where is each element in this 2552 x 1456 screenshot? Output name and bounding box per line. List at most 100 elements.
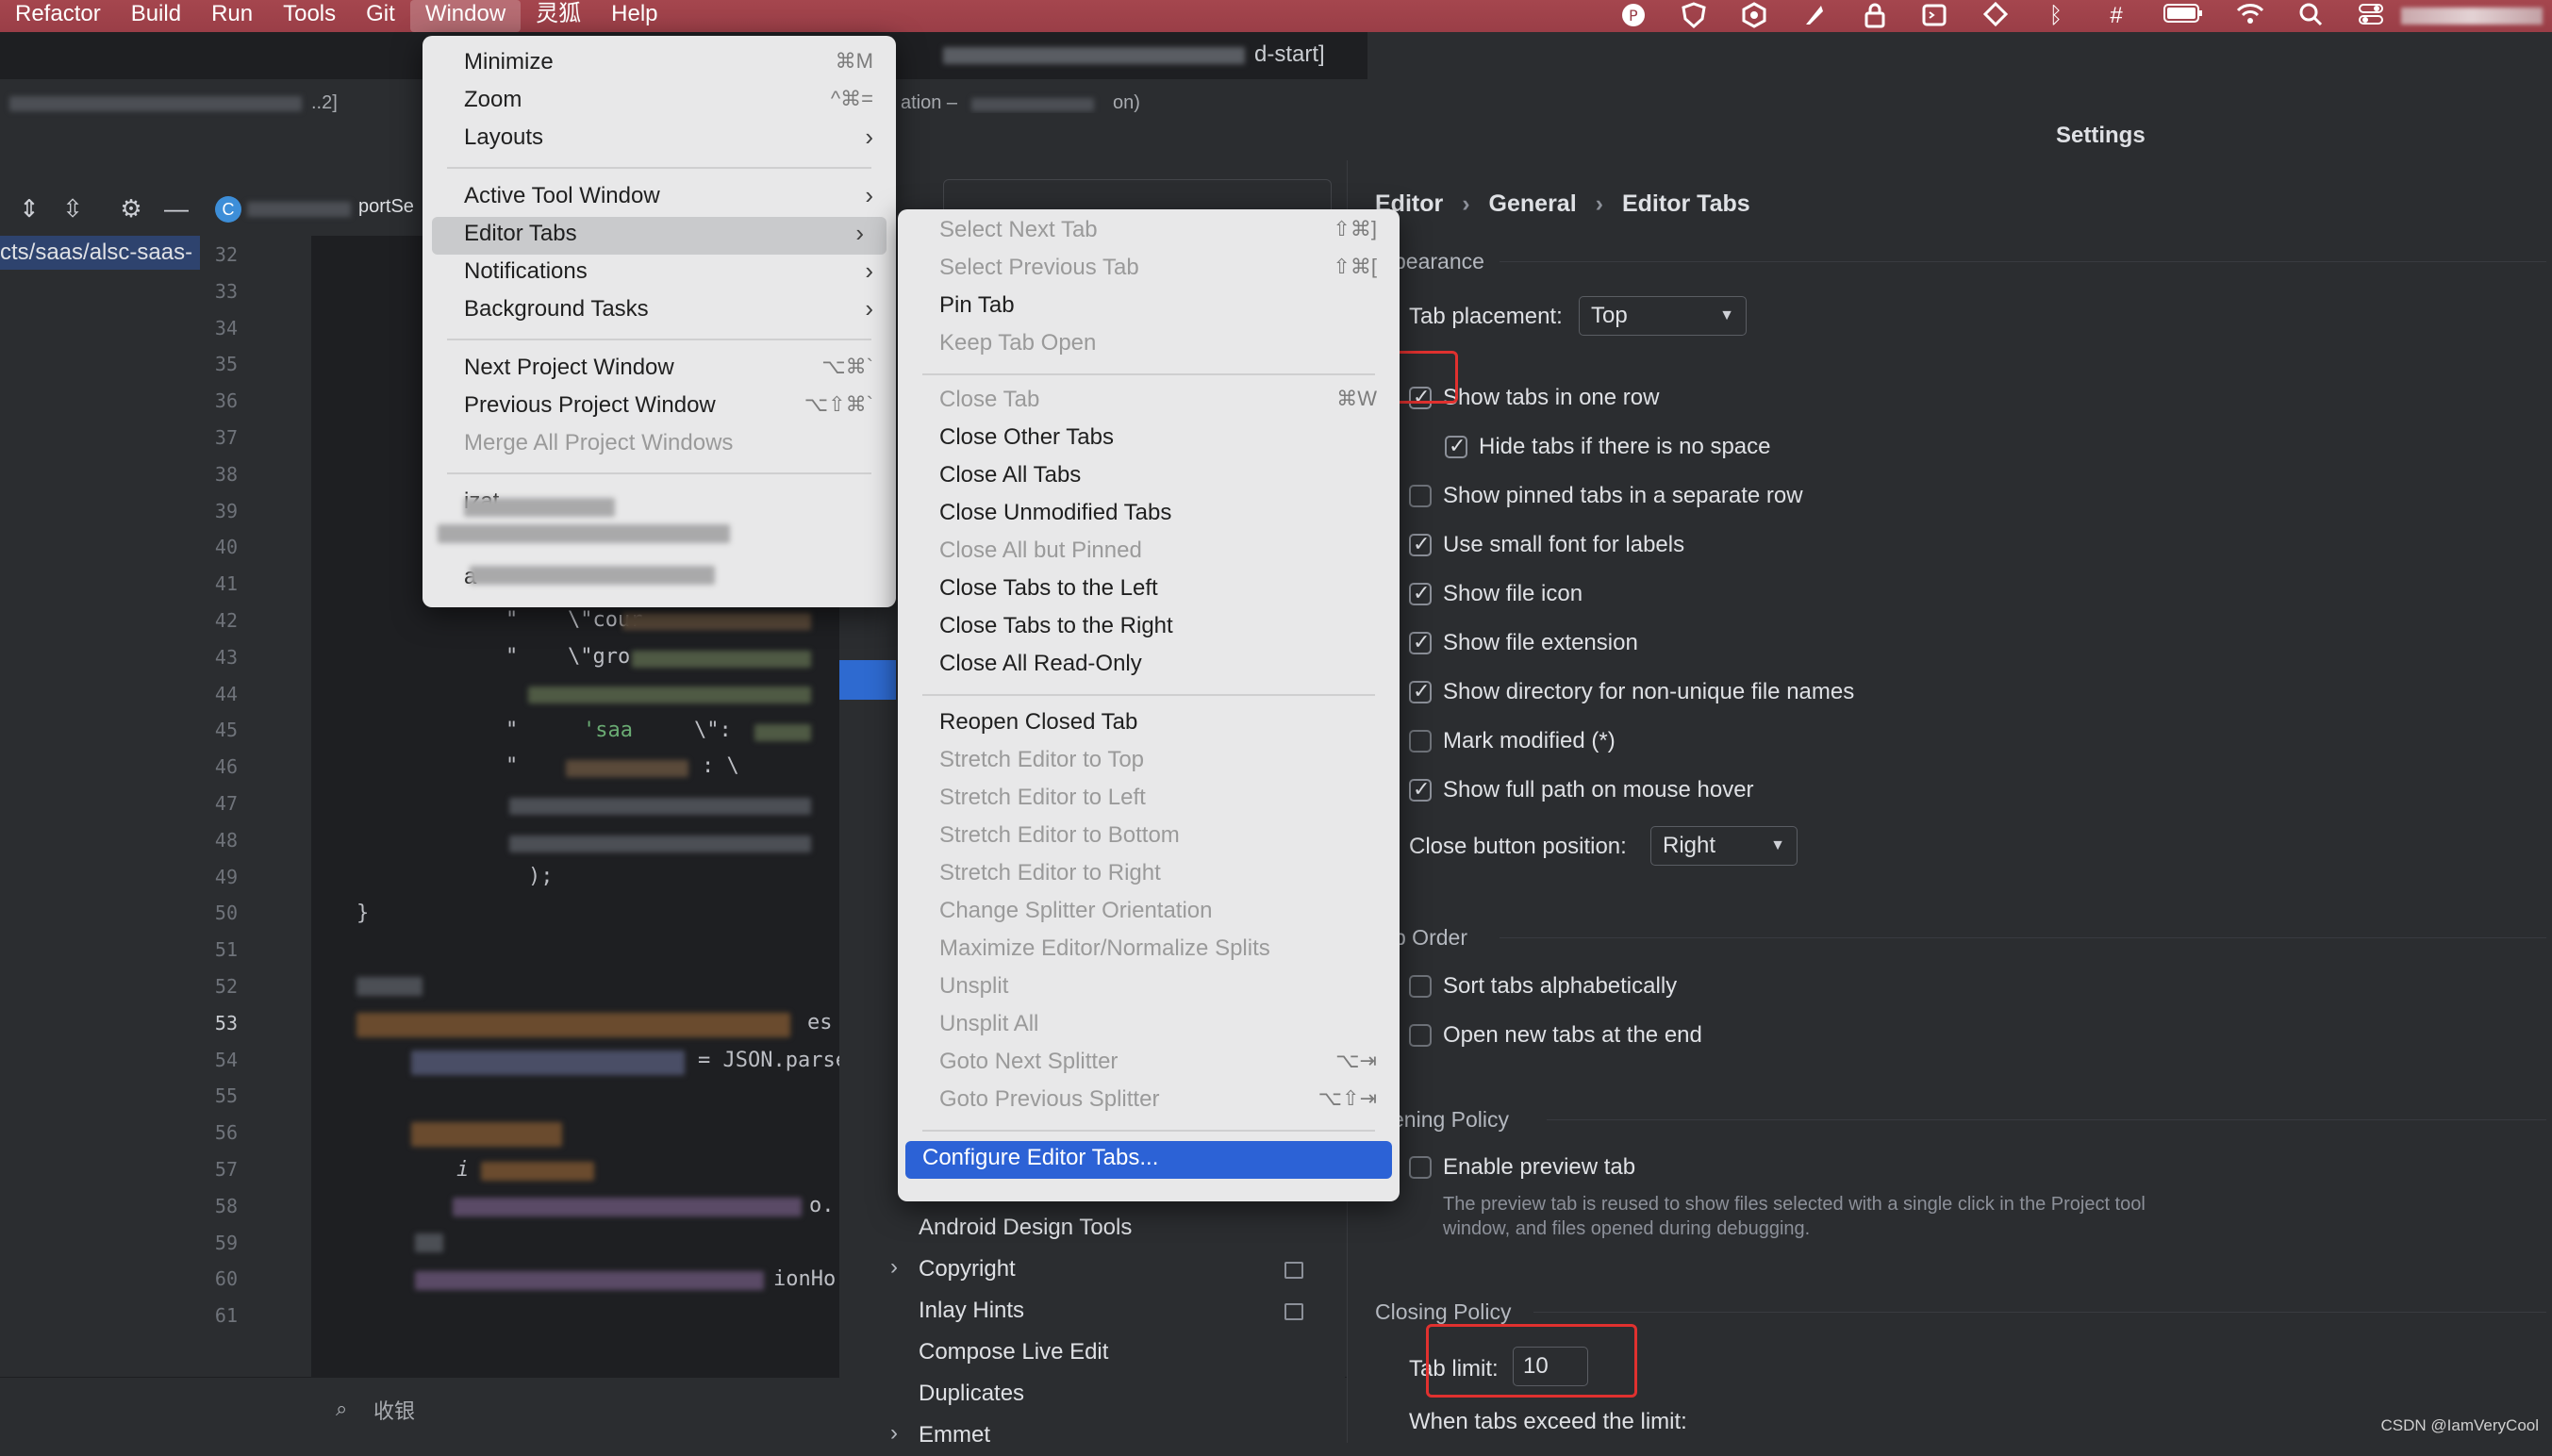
- window-menu-zoom[interactable]: Zoom ^⌘=: [423, 83, 896, 121]
- gear-icon[interactable]: ⚙: [117, 194, 145, 223]
- tabs-menu-maximize-editor-normalize-splits[interactable]: Maximize Editor/Normalize Splits: [898, 932, 1400, 969]
- open-new-tabs-end-checkbox[interactable]: [1409, 1024, 1432, 1047]
- tabs-menu-stretch-editor-to-right[interactable]: Stretch Editor to Right: [898, 856, 1400, 894]
- tabs-menu-close-other-tabs[interactable]: Close Other Tabs: [898, 421, 1400, 458]
- hide-tabs-no-space-label: Hide tabs if there is no space: [1479, 434, 1771, 459]
- tabs-menu-select-next-tab[interactable]: Select Next Tab ⇧⌘]: [898, 213, 1400, 251]
- tabs-menu-close-tabs-to-the-left[interactable]: Close Tabs to the Left: [898, 571, 1400, 609]
- show-pinned-separate-row-checkbox[interactable]: [1409, 485, 1432, 507]
- window-menu-next-project-window[interactable]: Next Project Window ⌥⌘`: [423, 351, 896, 389]
- settings-tree-item[interactable]: › Emmet: [887, 1418, 1330, 1456]
- tabs-menu-reopen-closed-tab[interactable]: Reopen Closed Tab: [898, 705, 1400, 743]
- menu-help[interactable]: Help: [596, 0, 672, 32]
- p-icon[interactable]: P: [1619, 2, 1648, 30]
- chevron-right-icon: ›: [865, 256, 873, 285]
- window-menu-merge-all-project-windows[interactable]: Merge All Project Windows: [423, 426, 896, 464]
- bluetooth-icon[interactable]: ᛒ: [2042, 2, 2070, 30]
- window-menu-notifications[interactable]: Notifications ›: [423, 255, 896, 292]
- show-directory-non-unique-checkbox[interactable]: [1409, 679, 1432, 703]
- chevron-right-icon: ›: [865, 294, 873, 323]
- class-name[interactable]: portSe: [358, 196, 414, 218]
- redacted-menu-item: [464, 498, 615, 517]
- menu-tools[interactable]: Tools: [268, 0, 351, 32]
- tabs-menu-unsplit-all[interactable]: Unsplit All: [898, 1007, 1400, 1045]
- settings-tree-item[interactable]: Inlay Hints: [887, 1294, 1330, 1332]
- window-menu-previous-project-window[interactable]: Previous Project Window ⌥⇧⌘`: [423, 389, 896, 426]
- menu-refactor[interactable]: Refactor: [0, 0, 116, 32]
- tag-icon[interactable]: [1981, 1, 2010, 30]
- shield-icon[interactable]: [1680, 2, 1708, 30]
- minimize-icon[interactable]: —: [162, 194, 191, 223]
- menu-separator: [447, 339, 871, 340]
- tabs-menu-close-tabs-to-the-right[interactable]: Close Tabs to the Right: [898, 609, 1400, 647]
- tabs-menu-close-all-read-only[interactable]: Close All Read-Only: [898, 647, 1400, 685]
- show-full-path-hover-checkbox[interactable]: [1409, 777, 1432, 802]
- editor-tab-1[interactable]: ..2]: [311, 92, 338, 114]
- settings-tree-item[interactable]: Duplicates: [887, 1377, 1330, 1415]
- tabs-menu-change-splitter-orientation[interactable]: Change Splitter Orientation: [898, 894, 1400, 932]
- code-l45b: \":: [694, 719, 732, 742]
- tabs-menu-close-all-tabs[interactable]: Close All Tabs: [898, 458, 1400, 496]
- tabs-menu-goto-next-splitter[interactable]: Goto Next Splitter ⌥⇥: [898, 1045, 1400, 1083]
- window-menu-background-tasks[interactable]: Background Tasks ›: [423, 292, 896, 330]
- small-font-labels-checkbox[interactable]: [1409, 532, 1432, 556]
- lock-icon[interactable]: [1861, 2, 1889, 30]
- show-file-icon-checkbox[interactable]: [1409, 581, 1432, 605]
- bottom-text[interactable]: 收银: [373, 1395, 415, 1425]
- window-menu-active-tool-window[interactable]: Active Tool Window ›: [423, 179, 896, 217]
- menu-linghu[interactable]: 灵狐: [521, 0, 596, 32]
- tabs-menu-stretch-editor-to-bottom[interactable]: Stretch Editor to Bottom: [898, 819, 1400, 856]
- tabs-menu-close-all-but-pinned[interactable]: Close All but Pinned: [898, 534, 1400, 571]
- window-menu-minimize[interactable]: Minimize ⌘M: [423, 45, 896, 83]
- window-menu-editor-tabs[interactable]: Editor Tabs ›: [432, 217, 887, 255]
- tabs-menu-configure-editor-tabs[interactable]: Configure Editor Tabs...: [905, 1141, 1392, 1179]
- tab-placement-select[interactable]: Top ▼: [1579, 296, 1747, 336]
- hide-tabs-no-space-checkbox[interactable]: [1445, 434, 1467, 458]
- tabs-menu-stretch-editor-to-top[interactable]: Stretch Editor to Top: [898, 743, 1400, 781]
- enable-preview-tab-checkbox[interactable]: [1409, 1156, 1432, 1179]
- tabs-menu-unsplit[interactable]: Unsplit: [898, 969, 1400, 1007]
- tabs-menu-pin-tab[interactable]: Pin Tab: [898, 289, 1400, 326]
- terminal-icon[interactable]: [1921, 2, 1949, 30]
- menu-item-label: Merge All Project Windows: [464, 430, 734, 455]
- tabs-menu-stretch-editor-to-left[interactable]: Stretch Editor to Left: [898, 781, 1400, 819]
- tabs-menu-close-tab[interactable]: Close Tab ⌘W: [898, 383, 1400, 421]
- line-number: 52: [214, 975, 238, 998]
- feather-icon[interactable]: [1800, 2, 1829, 30]
- redacted-code: [754, 724, 811, 741]
- control-center-icon[interactable]: [2357, 2, 2385, 30]
- expand-all-icon[interactable]: ⇕: [15, 194, 43, 223]
- tabs-menu-close-unmodified-tabs[interactable]: Close Unmodified Tabs: [898, 496, 1400, 534]
- menu-build[interactable]: Build: [116, 0, 196, 32]
- line-number: 35: [214, 353, 238, 376]
- code-l57: o.: [809, 1194, 835, 1217]
- show-file-extension-checkbox[interactable]: [1409, 630, 1432, 654]
- tabs-menu-keep-tab-open[interactable]: Keep Tab Open: [898, 326, 1400, 364]
- settings-tree-item[interactable]: › Copyright: [887, 1252, 1330, 1290]
- mark-modified-checkbox[interactable]: [1409, 730, 1432, 753]
- hash-icon[interactable]: #: [2102, 2, 2130, 30]
- search-icon[interactable]: [2296, 2, 2325, 30]
- collapse-all-icon[interactable]: ⇳: [58, 194, 87, 223]
- menu-git[interactable]: Git: [351, 0, 410, 32]
- editor-tab-2b[interactable]: on): [1113, 92, 1140, 114]
- menu-run[interactable]: Run: [196, 0, 268, 32]
- close-button-position-select[interactable]: Right ▼: [1650, 826, 1798, 866]
- settings-tree-item[interactable]: Android Design Tools: [887, 1211, 1330, 1249]
- hexagon-icon[interactable]: [1740, 2, 1768, 30]
- breadcrumb-general[interactable]: General: [1489, 190, 1577, 218]
- sort-alphabetically-checkbox[interactable]: [1409, 975, 1432, 998]
- settings-tree-item[interactable]: Compose Live Edit: [887, 1335, 1330, 1373]
- redacted-title: [943, 47, 1245, 64]
- editor-tab-2[interactable]: ation –: [901, 92, 957, 114]
- project-selected-row[interactable]: cts/saas/alsc-saas-: [0, 236, 200, 270]
- tabs-menu-goto-previous-splitter[interactable]: Goto Previous Splitter ⌥⇧⇥: [898, 1083, 1400, 1120]
- menu-window[interactable]: Window: [409, 0, 522, 32]
- bottom-search-icon[interactable]: ⌕: [336, 1397, 347, 1421]
- tabs-menu-select-previous-tab[interactable]: Select Previous Tab ⇧⌘[: [898, 251, 1400, 289]
- window-menu-layouts[interactable]: Layouts ›: [423, 121, 896, 158]
- chevron-right-icon[interactable]: ›: [890, 1254, 898, 1281]
- menu-item-label: Layouts: [464, 124, 544, 150]
- wifi-icon[interactable]: [2236, 2, 2264, 30]
- battery-icon[interactable]: [2163, 2, 2204, 30]
